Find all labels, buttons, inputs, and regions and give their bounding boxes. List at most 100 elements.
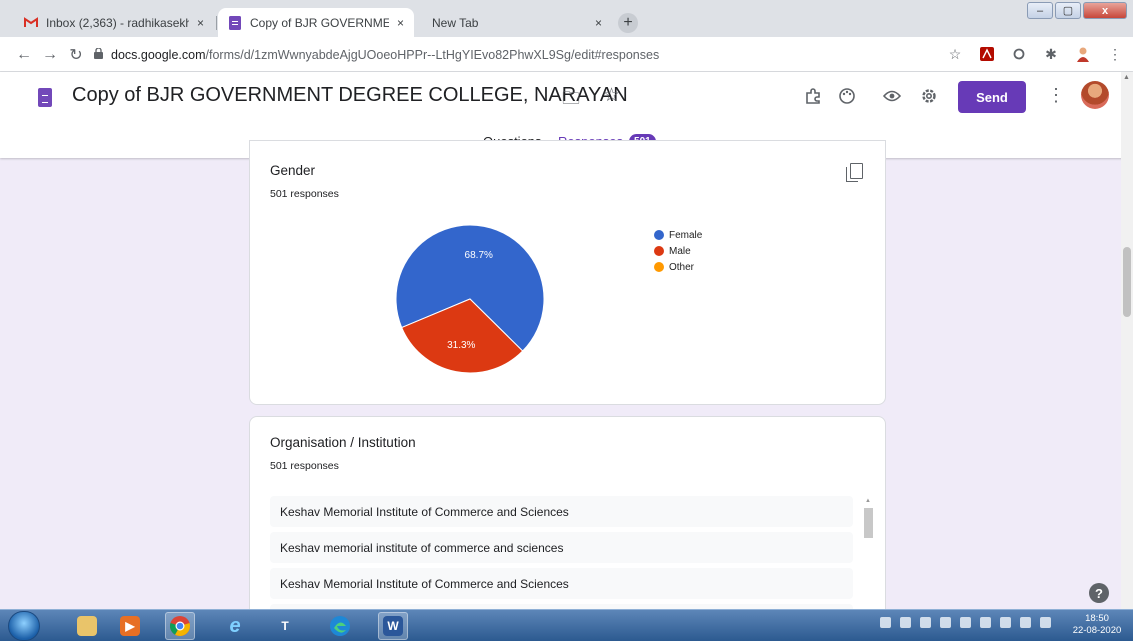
window-controls: – ▢ x xyxy=(1027,2,1127,19)
new-tab-button[interactable]: + xyxy=(618,13,638,33)
edge-icon xyxy=(330,616,350,636)
legend-label: Female xyxy=(669,229,703,241)
browser-tab-gmail[interactable]: Inbox (2,363) - radhikasekhar74@ × xyxy=(14,8,214,37)
browser-tab-strip: Inbox (2,363) - radhikasekhar74@ × Copy … xyxy=(0,0,1133,37)
tab-title: New Tab xyxy=(432,15,479,30)
volume-icon[interactable] xyxy=(1020,617,1031,628)
word-icon: W xyxy=(383,616,403,636)
google-forms-icon xyxy=(228,15,242,30)
close-icon[interactable]: × xyxy=(595,16,602,30)
taskbar-file-explorer[interactable] xyxy=(72,612,102,640)
browser-toolbar: ← → ↻ docs.google.com/forms/d/1zmWwnyabd… xyxy=(0,37,1133,72)
system-clock[interactable]: 18:50 22-08-2020 xyxy=(1066,613,1128,637)
address-bar[interactable]: docs.google.com/forms/d/1zmWwnyabdeAjgUO… xyxy=(94,42,972,68)
url-path: /forms/d/1zmWwnyabdeAjgUOoeoHPPr--LtHgYI… xyxy=(205,48,660,62)
network-icon[interactable] xyxy=(1000,617,1011,628)
close-icon[interactable]: × xyxy=(197,16,204,30)
media-player-icon: ▶ xyxy=(120,616,140,636)
tab-divider xyxy=(216,16,217,30)
browser-menu-icon[interactable]: ⋮ xyxy=(1105,44,1125,64)
close-icon[interactable]: × xyxy=(397,16,404,30)
scroll-up-arrow-icon[interactable]: ▲ xyxy=(1123,74,1130,81)
question-title: Gender xyxy=(270,163,316,178)
close-window-button[interactable]: x xyxy=(1083,2,1127,19)
taskbar-internet-explorer[interactable]: e xyxy=(220,612,250,640)
palette-icon[interactable] xyxy=(836,85,858,107)
settings-gear-icon[interactable] xyxy=(918,85,940,107)
clock-time: 18:50 xyxy=(1085,613,1109,624)
legend-item-other[interactable]: Other xyxy=(654,259,702,275)
legend-label: Other xyxy=(669,261,695,273)
help-icon[interactable]: ? xyxy=(1089,583,1109,603)
maximize-button[interactable]: ▢ xyxy=(1055,2,1081,19)
system-tray xyxy=(880,617,1051,628)
scroll-thumb[interactable] xyxy=(1123,247,1131,317)
pdf-extension-icon[interactable] xyxy=(977,44,997,64)
legend-item-male[interactable]: Male xyxy=(654,243,702,259)
more-options-icon[interactable]: ⋮ xyxy=(1047,85,1065,106)
extension-circle-icon[interactable] xyxy=(1009,44,1029,64)
scroll-thumb[interactable] xyxy=(864,508,873,538)
organisation-summary-card: Organisation / Institution 501 responses… xyxy=(249,416,886,641)
tray-icon[interactable] xyxy=(940,617,951,628)
gender-summary-card: Gender 501 responses 68.7% 31.3% Female Ma… xyxy=(249,140,886,405)
addons-puzzle-icon[interactable] xyxy=(802,85,824,107)
windows-start-icon[interactable] xyxy=(8,611,40,641)
google-forms-logo-icon[interactable] xyxy=(38,88,52,107)
flag-icon[interactable] xyxy=(980,617,991,628)
folder-icon xyxy=(77,616,97,636)
forward-arrow-icon[interactable]: → xyxy=(40,45,60,65)
tray-icon[interactable] xyxy=(960,617,971,628)
app-icon: T xyxy=(281,619,289,633)
scroll-up-arrow-icon[interactable]: ▲ xyxy=(865,498,871,504)
tray-icon[interactable] xyxy=(880,617,891,628)
send-button[interactable]: Send xyxy=(958,81,1026,113)
list-item: Keshav memorial institute of commerce an… xyxy=(270,532,853,563)
url-host: docs.google.com xyxy=(111,48,206,62)
legend-swatch xyxy=(654,262,664,272)
tray-icon[interactable] xyxy=(920,617,931,628)
preview-eye-icon[interactable] xyxy=(881,85,903,107)
bookmark-star-icon[interactable]: ☆ xyxy=(945,44,965,64)
pie-data-label: 31.3% xyxy=(447,340,475,351)
extensions-puzzle-icon[interactable]: ✱ xyxy=(1041,44,1061,64)
taskbar-edge[interactable] xyxy=(325,612,355,640)
tab-title: Copy of BJR GOVERNMENT DEGI xyxy=(250,15,389,30)
legend-swatch xyxy=(654,230,664,240)
gmail-icon xyxy=(24,16,38,30)
taskbar-chrome[interactable] xyxy=(165,612,195,640)
legend-label: Male xyxy=(669,245,691,257)
browser-tab-forms[interactable]: Copy of BJR GOVERNMENT DEGI × xyxy=(218,8,414,37)
avatar[interactable] xyxy=(1081,81,1109,109)
folder-icon[interactable]: 🗀 xyxy=(562,86,580,116)
question-title: Organisation / Institution xyxy=(270,435,416,450)
windows-taskbar: ▶ e T W 18:50 22-08-2020 xyxy=(0,609,1133,641)
response-count: 501 responses xyxy=(270,460,339,472)
reload-icon[interactable]: ↻ xyxy=(66,45,86,65)
copy-chart-icon[interactable] xyxy=(846,163,863,182)
list-item: Keshav Memorial Institute of Commerce an… xyxy=(270,496,853,527)
profile-avatar-icon[interactable] xyxy=(1073,44,1093,64)
taskbar-word[interactable]: W xyxy=(378,612,408,640)
gender-pie-chart: 68.7% 31.3% xyxy=(395,224,545,374)
browser-tab-new-tab[interactable]: New Tab × xyxy=(414,8,612,37)
minimize-button[interactable]: – xyxy=(1027,2,1053,19)
lock-icon xyxy=(94,47,103,62)
clock-date: 22-08-2020 xyxy=(1072,625,1122,636)
form-title[interactable]: Copy of BJR GOVERNMENT DEGREE COLLEGE, N… xyxy=(72,84,628,107)
tab-title: Inbox (2,363) - radhikasekhar74@ xyxy=(46,15,189,30)
taskbar-app-ty[interactable]: T xyxy=(270,612,300,640)
back-arrow-icon[interactable]: ← xyxy=(14,45,34,65)
response-count: 501 responses xyxy=(270,188,339,200)
taskbar-media-player[interactable]: ▶ xyxy=(115,612,145,640)
chart-legend: Female Male Other xyxy=(654,227,702,275)
star-icon[interactable]: ☆ xyxy=(603,84,620,107)
extension-icons: ☆ ✱ ⋮ xyxy=(945,44,1125,64)
chrome-icon xyxy=(170,616,190,637)
tray-icon[interactable] xyxy=(1040,617,1051,628)
legend-item-female[interactable]: Female xyxy=(654,227,702,243)
internet-explorer-icon: e xyxy=(229,614,241,637)
tray-icon[interactable] xyxy=(900,617,911,628)
legend-swatch xyxy=(654,246,664,256)
page-scrollbar[interactable]: ▲ xyxy=(1121,72,1133,609)
